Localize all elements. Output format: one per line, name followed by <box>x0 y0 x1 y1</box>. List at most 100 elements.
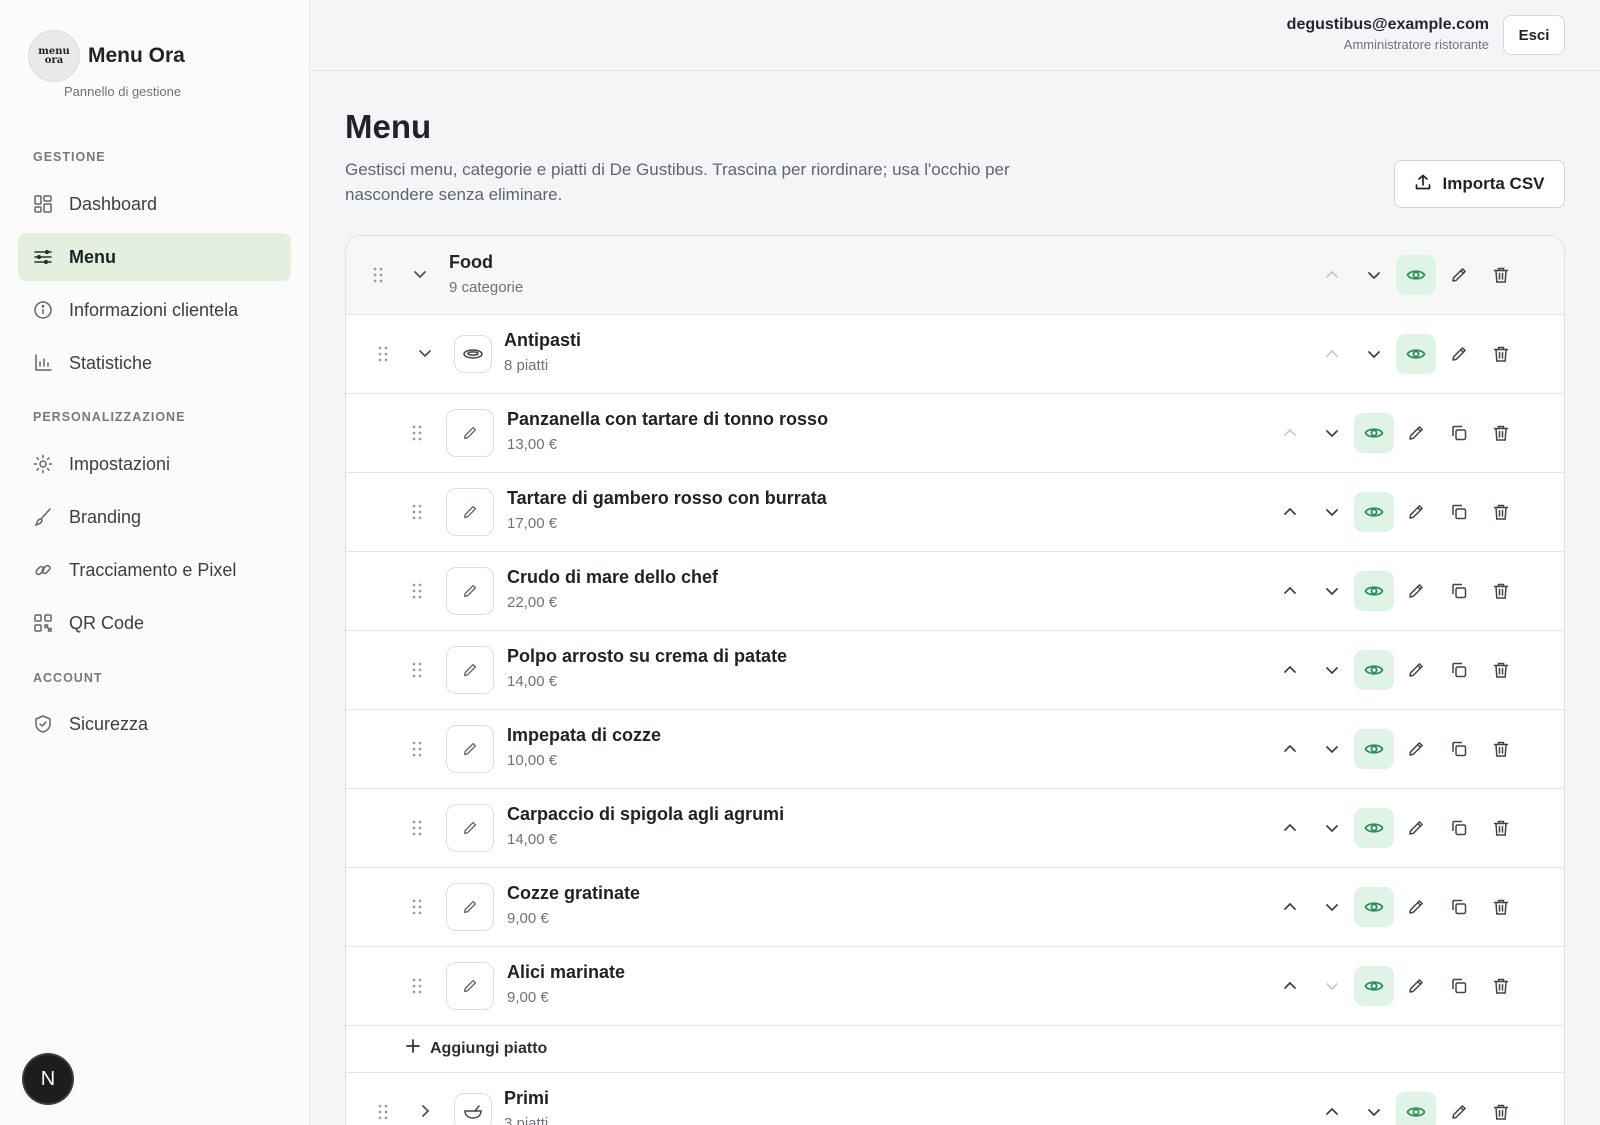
edit-button[interactable] <box>1396 729 1436 769</box>
duplicate-button[interactable] <box>1439 808 1479 848</box>
delete-button[interactable] <box>1481 334 1521 374</box>
edit-button[interactable] <box>1396 887 1436 927</box>
visibility-toggle-button[interactable] <box>1354 571 1394 611</box>
move-up-button[interactable] <box>1270 808 1310 848</box>
move-down-button[interactable] <box>1312 492 1352 532</box>
dish-image-placeholder-icon[interactable] <box>446 725 494 773</box>
delete-button[interactable] <box>1481 808 1521 848</box>
duplicate-button[interactable] <box>1439 966 1479 1006</box>
drag-handle-icon[interactable] <box>411 740 423 763</box>
sidebar-item-tracciamento[interactable]: Tracciamento e Pixel <box>18 546 291 594</box>
move-down-button[interactable] <box>1312 966 1352 1006</box>
visibility-toggle-button[interactable] <box>1354 887 1394 927</box>
move-down-button[interactable] <box>1312 729 1352 769</box>
move-down-button[interactable] <box>1312 887 1352 927</box>
move-down-button[interactable] <box>1312 808 1352 848</box>
visibility-toggle-button[interactable] <box>1354 650 1394 690</box>
expand-chevron-icon[interactable] <box>417 1103 433 1124</box>
move-down-button[interactable] <box>1312 413 1352 453</box>
logout-button[interactable]: Esci <box>1503 15 1565 55</box>
move-up-button[interactable] <box>1270 887 1310 927</box>
dish-image-placeholder-icon[interactable] <box>446 409 494 457</box>
dish-image-placeholder-icon[interactable] <box>446 488 494 536</box>
edit-button[interactable] <box>1439 255 1479 295</box>
add-dish-button[interactable]: Aggiungi piatto <box>346 1025 1564 1073</box>
delete-button[interactable] <box>1481 492 1521 532</box>
move-up-button[interactable] <box>1270 492 1310 532</box>
duplicate-button[interactable] <box>1439 729 1479 769</box>
sidebar-item-informazioni-clientela[interactable]: Informazioni clientela <box>18 286 291 334</box>
move-down-button[interactable] <box>1354 1092 1394 1125</box>
delete-button[interactable] <box>1481 413 1521 453</box>
drag-handle-icon[interactable] <box>411 819 423 842</box>
brand[interactable]: menu ora Menu Ora <box>28 30 185 82</box>
dev-tools-avatar[interactable]: N <box>24 1055 72 1103</box>
move-up-button[interactable] <box>1312 255 1352 295</box>
sidebar-item-statistiche[interactable]: Statistiche <box>18 339 291 387</box>
visibility-toggle-button[interactable] <box>1354 966 1394 1006</box>
drag-handle-icon[interactable] <box>411 582 423 605</box>
edit-button[interactable] <box>1396 492 1436 532</box>
sidebar-item-impostazioni[interactable]: Impostazioni <box>18 440 291 488</box>
visibility-toggle-button[interactable] <box>1354 729 1394 769</box>
move-up-button[interactable] <box>1270 650 1310 690</box>
edit-button[interactable] <box>1396 966 1436 1006</box>
dish-image-placeholder-icon[interactable] <box>446 883 494 931</box>
visibility-toggle-button[interactable] <box>1396 334 1436 374</box>
visibility-toggle-button[interactable] <box>1354 492 1394 532</box>
edit-button[interactable] <box>1396 808 1436 848</box>
move-down-button[interactable] <box>1312 650 1352 690</box>
dish-image-placeholder-icon[interactable] <box>446 962 494 1010</box>
move-up-button[interactable] <box>1312 334 1352 374</box>
delete-button[interactable] <box>1481 966 1521 1006</box>
delete-button[interactable] <box>1481 1092 1521 1125</box>
edit-button[interactable] <box>1439 1092 1479 1125</box>
delete-button[interactable] <box>1481 887 1521 927</box>
drag-handle-icon[interactable] <box>411 424 423 447</box>
drag-handle-icon[interactable] <box>377 1103 389 1125</box>
delete-button[interactable] <box>1481 571 1521 611</box>
delete-button[interactable] <box>1481 650 1521 690</box>
duplicate-button[interactable] <box>1439 492 1479 532</box>
edit-button[interactable] <box>1396 571 1436 611</box>
delete-button[interactable] <box>1481 255 1521 295</box>
collapse-chevron-icon[interactable] <box>417 345 433 366</box>
move-up-button[interactable] <box>1270 966 1310 1006</box>
drag-handle-icon[interactable] <box>411 898 423 921</box>
duplicate-button[interactable] <box>1439 413 1479 453</box>
drag-handle-icon[interactable] <box>411 503 423 526</box>
dish-image-placeholder-icon[interactable] <box>446 804 494 852</box>
sidebar-item-qr-code[interactable]: QR Code <box>18 599 291 647</box>
drag-handle-icon[interactable] <box>411 977 423 1000</box>
sidebar-item-sicurezza[interactable]: Sicurezza <box>18 700 291 748</box>
collapse-chevron-icon[interactable] <box>412 266 428 287</box>
dish-image-placeholder-icon[interactable] <box>446 646 494 694</box>
visibility-toggle-button[interactable] <box>1396 1092 1436 1125</box>
drag-handle-icon[interactable] <box>377 345 389 368</box>
import-csv-button[interactable]: Importa CSV <box>1394 160 1565 208</box>
move-down-button[interactable] <box>1312 571 1352 611</box>
duplicate-button[interactable] <box>1439 650 1479 690</box>
move-down-button[interactable] <box>1354 255 1394 295</box>
duplicate-button[interactable] <box>1439 887 1479 927</box>
edit-button[interactable] <box>1396 413 1436 453</box>
move-up-button[interactable] <box>1312 1092 1352 1125</box>
move-up-button[interactable] <box>1270 571 1310 611</box>
move-up-button[interactable] <box>1270 413 1310 453</box>
edit-button[interactable] <box>1396 650 1436 690</box>
move-down-button[interactable] <box>1354 334 1394 374</box>
drag-handle-icon[interactable] <box>411 661 423 684</box>
sidebar-item-menu[interactable]: Menu <box>18 233 291 281</box>
visibility-toggle-button[interactable] <box>1354 808 1394 848</box>
visibility-toggle-button[interactable] <box>1396 255 1436 295</box>
visibility-toggle-button[interactable] <box>1354 413 1394 453</box>
upload-icon <box>1414 173 1432 196</box>
edit-button[interactable] <box>1439 334 1479 374</box>
sidebar-item-branding[interactable]: Branding <box>18 493 291 541</box>
sidebar-item-dashboard[interactable]: Dashboard <box>18 180 291 228</box>
delete-button[interactable] <box>1481 729 1521 769</box>
move-up-button[interactable] <box>1270 729 1310 769</box>
dish-image-placeholder-icon[interactable] <box>446 567 494 615</box>
duplicate-button[interactable] <box>1439 571 1479 611</box>
drag-handle-icon[interactable] <box>372 266 384 289</box>
